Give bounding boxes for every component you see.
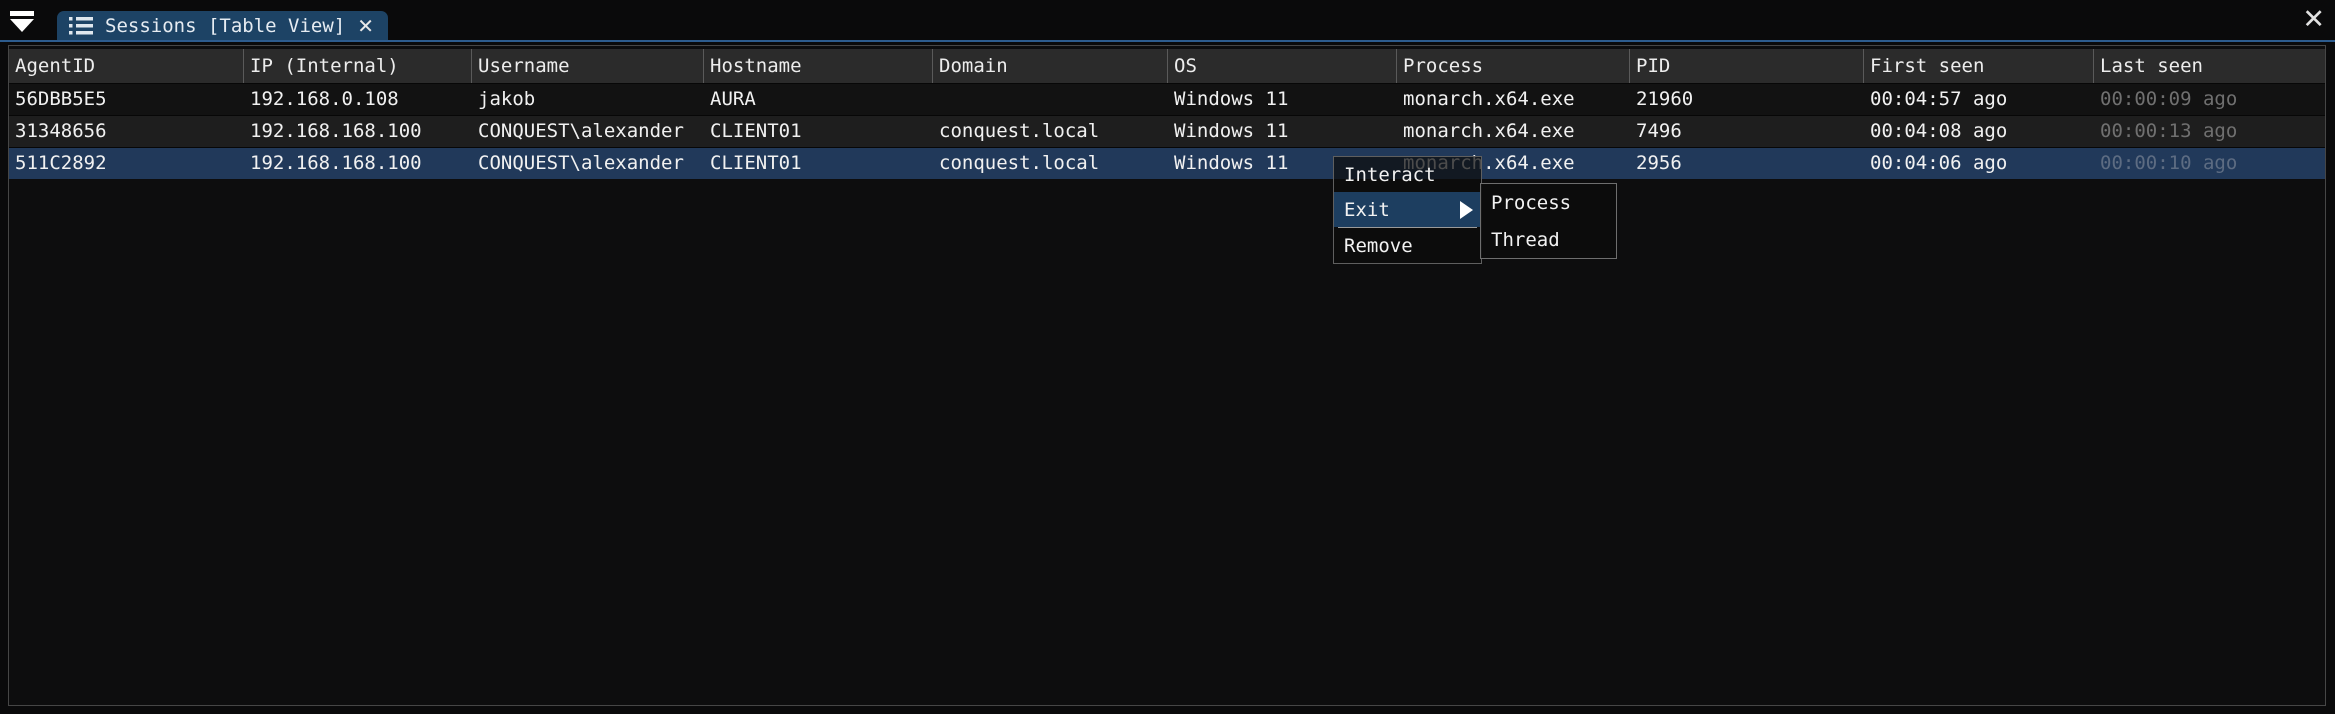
column-header-pid[interactable]: PID (1630, 49, 1864, 83)
cell-ip: 192.168.0.108 (244, 84, 472, 115)
menu-item-interact[interactable]: Interact (1334, 157, 1481, 192)
column-header-hostname[interactable]: Hostname (704, 49, 933, 83)
column-header-username[interactable]: Username (472, 49, 704, 83)
cell-username: CONQUEST\alexander (472, 116, 704, 147)
window-close-icon[interactable]: ✕ (2302, 4, 2325, 36)
cell-os: Windows 11 (1168, 116, 1397, 147)
session-row[interactable]: 31348656 192.168.168.100 CONQUEST\alexan… (9, 115, 2325, 147)
cell-agentid: 31348656 (9, 116, 244, 147)
submenu-item-process[interactable]: Process (1481, 184, 1616, 221)
cell-ip: 192.168.168.100 (244, 116, 472, 147)
cell-agentid: 511C2892 (9, 148, 244, 179)
cell-ip: 192.168.168.100 (244, 148, 472, 179)
column-header-last-seen[interactable]: Last seen (2094, 49, 2325, 83)
column-header-first-seen[interactable]: First seen (1864, 49, 2094, 83)
column-header-os[interactable]: OS (1168, 49, 1397, 83)
cell-hostname: AURA (704, 84, 933, 115)
tab-sessions-table-view[interactable]: Sessions [Table View] ✕ (57, 11, 388, 40)
cell-first-seen: 00:04:06 ago (1864, 148, 2094, 179)
cell-pid: 7496 (1630, 116, 1864, 147)
cell-process: monarch.x64.exe (1397, 116, 1630, 147)
session-row-selected[interactable]: 511C2892 192.168.168.100 CONQUEST\alexan… (9, 147, 2325, 179)
tab-close-icon[interactable]: ✕ (357, 16, 374, 36)
cell-agentid: 56DBB5E5 (9, 84, 244, 115)
cell-hostname: CLIENT01 (704, 148, 933, 179)
tab-title: Sessions [Table View] (105, 15, 345, 37)
cell-username: CONQUEST\alexander (472, 148, 704, 179)
cell-last-seen: 00:00:09 ago (2094, 84, 2325, 115)
context-menu: Interact Exit Remove (1333, 156, 1482, 264)
cell-hostname: CLIENT01 (704, 116, 933, 147)
cell-domain (933, 84, 1168, 115)
cell-domain: conquest.local (933, 148, 1168, 179)
cell-first-seen: 00:04:08 ago (1864, 116, 2094, 147)
menu-item-label: Remove (1344, 235, 1413, 257)
cell-last-seen: 00:00:10 ago (2094, 148, 2325, 179)
sessions-table-panel: AgentID IP (Internal) Username Hostname … (8, 45, 2326, 706)
menu-item-label: Exit (1344, 199, 1390, 221)
cell-username: jakob (472, 84, 704, 115)
cell-os: Windows 11 (1168, 84, 1397, 115)
filter-icon[interactable] (9, 8, 35, 34)
session-row[interactable]: 56DBB5E5 192.168.0.108 jakob AURA Window… (9, 83, 2325, 115)
tab-bar: Sessions [Table View] ✕ ✕ (0, 0, 2335, 42)
cell-domain: conquest.local (933, 116, 1168, 147)
menu-item-label: Interact (1344, 164, 1436, 186)
cell-pid: 2956 (1630, 148, 1864, 179)
cell-last-seen: 00:00:13 ago (2094, 116, 2325, 147)
column-header-ip[interactable]: IP (Internal) (244, 49, 472, 83)
table-header-row: AgentID IP (Internal) Username Hostname … (9, 49, 2325, 83)
cell-first-seen: 00:04:57 ago (1864, 84, 2094, 115)
cell-process: monarch.x64.exe (1397, 84, 1630, 115)
submenu-item-thread[interactable]: Thread (1481, 221, 1616, 258)
column-header-agentid[interactable]: AgentID (9, 49, 244, 83)
submenu-arrow-icon (1460, 201, 1473, 219)
cell-pid: 21960 (1630, 84, 1864, 115)
column-header-process[interactable]: Process (1397, 49, 1630, 83)
menu-item-exit[interactable]: Exit (1334, 192, 1481, 227)
menu-item-remove[interactable]: Remove (1334, 228, 1481, 263)
list-view-icon (69, 15, 93, 37)
column-header-domain[interactable]: Domain (933, 49, 1168, 83)
context-submenu-exit: Process Thread (1480, 183, 1617, 259)
